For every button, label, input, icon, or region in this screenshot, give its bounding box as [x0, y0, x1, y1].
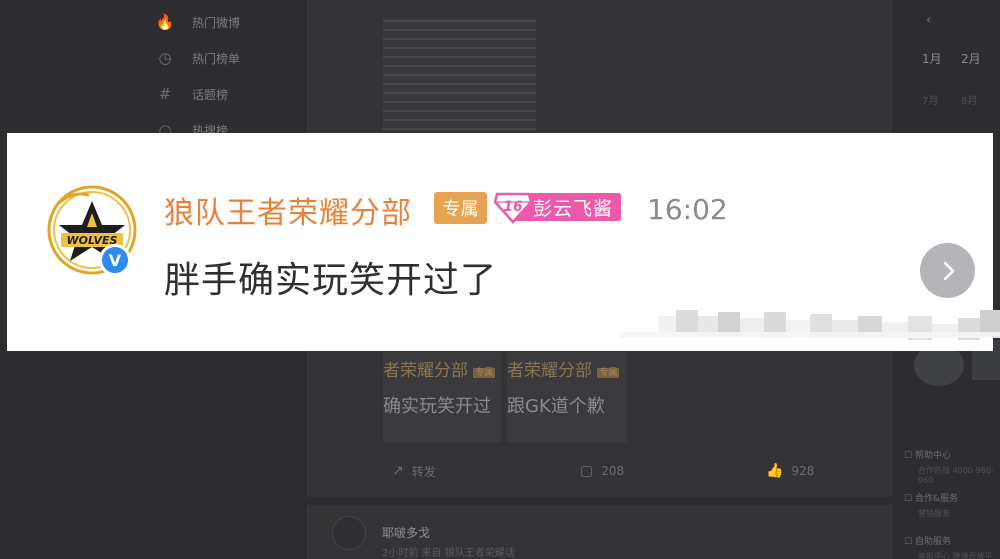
sidebar-item-hot-weibo[interactable]: 🔥 热门微博: [154, 10, 240, 34]
fan-level-gem-icon: 16: [493, 192, 533, 224]
mosaic-redaction: [620, 302, 1000, 352]
sidebar-item-label: 热门微博: [192, 15, 241, 30]
post-image-card[interactable]: 者荣耀分部 专属 确实玩笑开过: [383, 352, 501, 442]
calendar-month[interactable]: 1月: [922, 50, 942, 67]
fan-level-number: 16: [503, 199, 523, 215]
verified-badge-icon: V: [99, 244, 131, 276]
like-button[interactable]: 👍 928: [766, 462, 814, 480]
cooperation-link[interactable]: ☐ 合作&服务 营销服务: [904, 491, 958, 519]
post-image-card[interactable]: 者荣耀分部 专属 跟GK道个歉: [507, 352, 627, 442]
fire-icon: 🔥: [155, 13, 175, 31]
chevron-left-icon[interactable]: ‹: [926, 12, 932, 28]
fan-badge[interactable]: 彭云飞酱 16: [493, 190, 621, 224]
comment-icon: ▢: [580, 463, 594, 479]
post-author[interactable]: 耶啵多戈: [382, 524, 430, 541]
repost-button[interactable]: ↗ 转发: [392, 462, 436, 480]
author-nickname[interactable]: 狼队王者荣耀分部: [164, 188, 412, 232]
self-service-sub: 举报中心 微博开放平台: [918, 552, 993, 559]
comment-count: 208: [601, 464, 625, 478]
thumbs-up-icon: 👍: [766, 463, 784, 479]
repost-label: 转发: [411, 464, 436, 479]
help-center-sub: 合作热线 4000-960-960: [918, 466, 994, 485]
help-center-link[interactable]: ☐ 帮助中心 合作热线 4000-960-960: [904, 448, 1000, 485]
blurred-image-thumbnail[interactable]: [383, 18, 536, 130]
next-button[interactable]: [920, 243, 975, 298]
exclusive-tag: 专属: [434, 192, 487, 224]
comment-time: 16:02: [647, 193, 728, 226]
calendar-month[interactable]: 7月: [922, 92, 938, 107]
self-service-link[interactable]: ☐ 自助服务举报中心 微博开放平台: [904, 534, 1000, 559]
comment-text: 胖手确实玩笑开过了: [164, 260, 498, 301]
hashtag-icon: #: [158, 85, 172, 103]
sidebar-item-hot-list[interactable]: ◷ 热门榜单: [154, 46, 240, 70]
help-center-label: 帮助中心: [914, 451, 951, 461]
card-title: 者荣耀分部: [507, 361, 592, 381]
post-divider: [307, 497, 892, 505]
like-count: 928: [791, 464, 815, 478]
card-tag: 专属: [597, 367, 620, 378]
cooperation-label: 合作&服务: [914, 494, 958, 504]
card-text: 跟GK道个歉: [507, 396, 605, 417]
calendar-month[interactable]: 2月: [961, 50, 981, 67]
sidebar-item-label: 话题榜: [192, 87, 229, 102]
chevron-right-icon: [943, 261, 954, 280]
card-tag: 专属: [473, 367, 496, 378]
calendar-month[interactable]: 8月: [961, 92, 977, 107]
post-meta: 2小时前 来自 狼队王者荣耀话: [382, 548, 515, 559]
self-service-label: 自助服务: [914, 537, 951, 547]
repost-icon: ↗: [392, 463, 404, 479]
avatar[interactable]: [332, 516, 366, 550]
sidebar-item-label: 热门榜单: [192, 51, 241, 66]
cooperation-sub: 营销服务: [918, 509, 950, 518]
card-title: 者荣耀分部: [383, 361, 468, 381]
sidebar-item-topics[interactable]: # 话题榜: [154, 82, 228, 106]
clock-icon: ◷: [158, 49, 172, 67]
card-text: 确实玩笑开过: [383, 396, 491, 417]
comment-button[interactable]: ▢ 208: [580, 462, 624, 480]
